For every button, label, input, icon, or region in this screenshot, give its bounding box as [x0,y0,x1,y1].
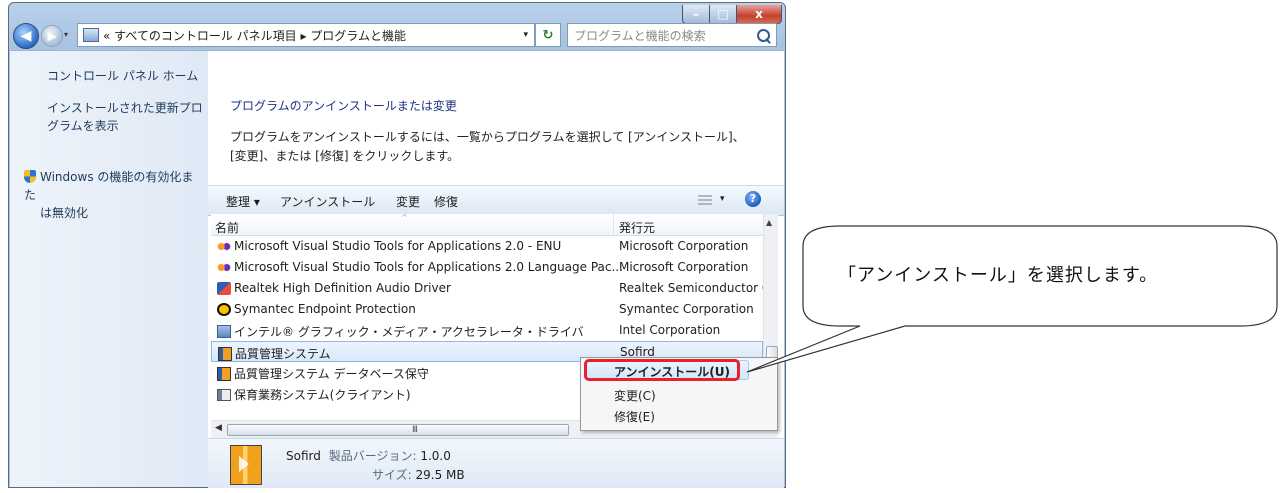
callout-bubble [746,225,1278,373]
callout-text: 「アンインストール」を選択します。 [838,265,1159,286]
